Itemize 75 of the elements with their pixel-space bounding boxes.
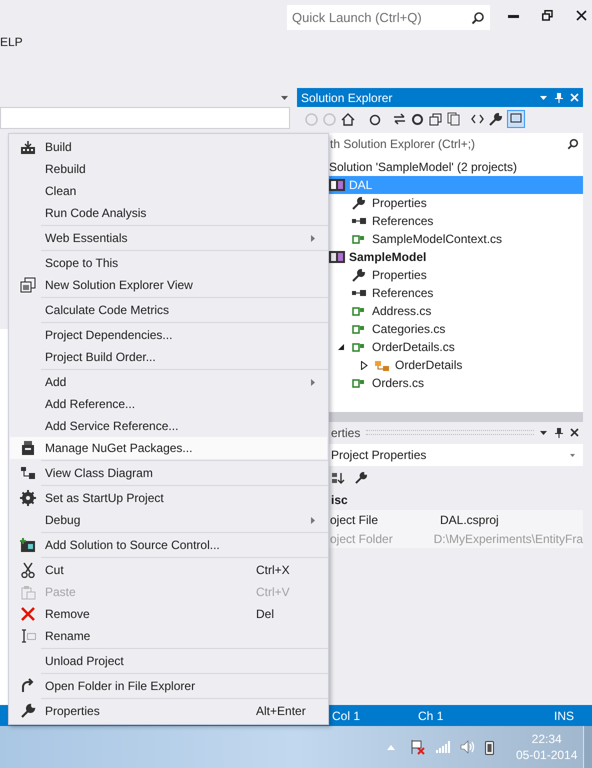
wrench-icon[interactable] [489, 112, 502, 126]
dropdown-caret-icon [570, 454, 575, 456]
sort-icon[interactable] [331, 472, 345, 484]
menu-item[interactable]: Add Solution to Source Control... [10, 534, 327, 556]
restore-icon[interactable] [542, 10, 553, 21]
references-icon [352, 217, 366, 225]
flag-warning-icon[interactable] [410, 739, 426, 755]
clipboard-icon [20, 584, 36, 600]
property-name: oject Folder [329, 530, 394, 548]
csharp-file-icon [352, 378, 365, 388]
shortcut: Del [256, 606, 274, 623]
search-icon[interactable] [567, 138, 579, 150]
project-icon [329, 179, 345, 191]
menu-item[interactable]: Rename [10, 625, 327, 647]
menu-item[interactable]: Unload Project [10, 650, 327, 672]
rename-icon [20, 628, 36, 644]
sync-icon[interactable] [393, 113, 406, 125]
panel-title: erties [331, 424, 360, 442]
dropdown-caret-icon[interactable] [540, 430, 547, 434]
menu-item[interactable]: Add Reference... [10, 393, 327, 415]
shortcut: Ctrl+V [256, 584, 290, 601]
menu-item[interactable]: Open Folder in File Explorer [10, 675, 327, 697]
property-value[interactable]: DAL.csproj [440, 510, 499, 528]
battery-icon[interactable] [485, 740, 494, 754]
column-indicator: Col 1 [332, 708, 360, 724]
preview-icon[interactable] [507, 110, 525, 128]
wrench-icon[interactable] [355, 472, 367, 484]
class-icon [375, 358, 389, 372]
speaker-icon[interactable] [460, 740, 475, 754]
quick-launch-field[interactable]: Quick Launch (Ctrl+Q) [287, 5, 490, 30]
dropdown-caret-icon[interactable] [281, 96, 288, 100]
quick-launch-placeholder: Quick Launch (Ctrl+Q) [292, 8, 422, 27]
search-icon [471, 10, 485, 24]
menu-item[interactable]: Cut Ctrl+X [10, 559, 327, 581]
panel-title: Solution Explorer [301, 90, 392, 106]
menu-item[interactable]: Add Service Reference... [10, 415, 327, 437]
expanded-icon[interactable] [338, 344, 344, 350]
csharp-file-icon [352, 324, 365, 334]
shortcut: Alt+Enter [256, 703, 306, 720]
menu-item[interactable]: Properties Alt+Enter [10, 700, 327, 722]
references-icon [352, 289, 366, 297]
close-icon[interactable] [570, 428, 579, 437]
menu-item[interactable]: Remove Del [10, 603, 327, 625]
menu-bar-item[interactable]: ELP [0, 33, 23, 51]
char-indicator: Ch 1 [418, 708, 444, 724]
wrench-icon [20, 703, 36, 719]
collapsed-icon[interactable] [361, 360, 368, 370]
curved-arrow-icon [20, 678, 36, 694]
category-heading: isc [331, 492, 348, 509]
csharp-file-icon [352, 234, 365, 244]
menu-item[interactable]: Set as StartUp Project [10, 487, 327, 509]
insert-mode-indicator: INS [554, 708, 574, 724]
close-icon[interactable] [576, 10, 587, 21]
wrench-icon [352, 268, 365, 282]
windows-icon [20, 277, 36, 293]
property-name: oject File [329, 512, 380, 528]
shortcut: Ctrl+X [256, 562, 290, 579]
collapse-icon[interactable] [429, 112, 442, 126]
remove-icon [20, 606, 36, 622]
scissors-icon [20, 562, 36, 578]
class-diagram-icon [20, 466, 36, 480]
code-icon[interactable] [471, 114, 484, 124]
package-icon [20, 440, 36, 456]
documents-icon[interactable] [447, 112, 460, 126]
menu-item[interactable]: Manage NuGet Packages... [10, 437, 327, 459]
csharp-file-icon [352, 306, 365, 316]
csharp-file-icon [352, 342, 365, 352]
search-placeholder: th Solution Explorer (Ctrl+;) [330, 136, 476, 153]
home-icon[interactable] [341, 112, 355, 126]
build-icon [20, 140, 36, 154]
source-control-icon [20, 537, 36, 553]
wrench-icon [352, 196, 365, 210]
pin-icon[interactable] [555, 427, 563, 438]
gear-icon [20, 490, 36, 506]
menu-item[interactable]: Debug [10, 509, 327, 531]
